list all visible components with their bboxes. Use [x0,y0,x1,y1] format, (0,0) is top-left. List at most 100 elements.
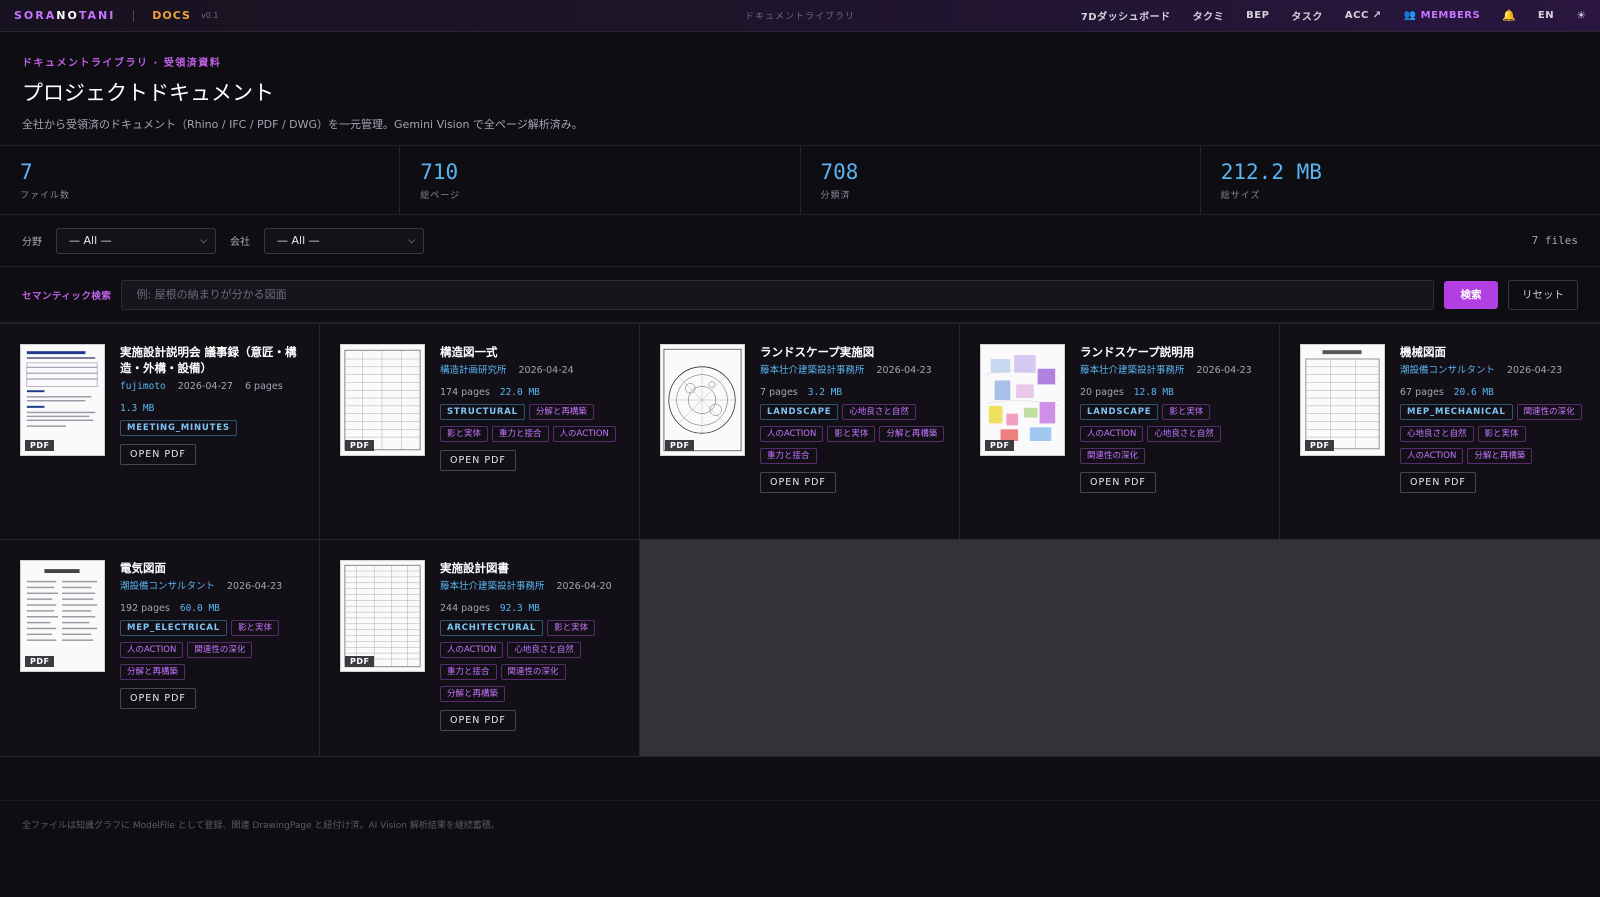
concept-tag[interactable]: 人のACTION [120,642,184,658]
filter-bar: 分野 — All — ⌵ 会社 — All — ⌵ 7 files [0,215,1600,267]
document-size: 12.8 MB [1133,387,1174,398]
open-pdf-button[interactable]: OPEN PDF [1400,472,1476,493]
open-pdf-button[interactable]: OPEN PDF [120,444,196,465]
open-pdf-button[interactable]: OPEN PDF [760,472,836,493]
pdf-badge: PDF [345,656,375,667]
concept-tag[interactable]: 分解と再構築 [1467,448,1533,464]
document-thumbnail[interactable]: PDF [980,344,1065,456]
document-size-row: 174 pages 22.0 MB [440,387,625,398]
document-info: 実施設計説明会 議事録（意匠・構造・外構・設備） fujimoto 2026-04… [120,344,305,539]
concept-tag[interactable]: 影と実体 [440,426,489,442]
concept-tag[interactable]: 影と実体 [827,426,876,442]
nav-takumi[interactable]: タクミ [1193,8,1225,23]
concept-tag[interactable]: 重力と接合 [492,426,549,442]
nav-tasks[interactable]: タスク [1291,8,1323,23]
document-meta: 藤本壮介建築設計事務所 2026-04-23 [760,364,945,378]
theme-toggle-icon[interactable]: ☀ [1576,9,1586,22]
concept-tag[interactable]: 人のACTION [760,426,824,442]
company-filter-select[interactable]: — All — ⌵ [264,227,424,254]
category-badge[interactable]: ARCHITECTURAL [440,620,544,636]
concept-tag[interactable]: 心地良さと自然 [1400,426,1474,442]
document-thumbnail[interactable]: PDF [1300,344,1385,456]
open-pdf-button[interactable]: OPEN PDF [1080,472,1156,493]
concept-tag[interactable]: 分解と再構築 [120,664,186,680]
document-pages: 6 pages [244,381,283,392]
concept-tag[interactable]: 重力と接合 [760,448,817,464]
document-title: 電気図面 [120,561,166,575]
chevron-down-icon: ⌵ [408,235,415,246]
document-size-row: 20 pages 12.8 MB [1080,387,1265,398]
concept-tag[interactable]: 人のACTION [440,642,504,658]
footer-divider [0,800,1600,801]
concept-tag[interactable]: 分解と再構築 [879,426,945,442]
document-thumbnail[interactable]: PDF [340,344,425,456]
document-thumbnail[interactable]: PDF [660,344,745,456]
document-org: 藤本壮介建築設計事務所 [440,581,545,592]
nav-acc[interactable]: ACC ↗ [1345,10,1382,21]
concept-tag[interactable]: 心地良さと自然 [842,404,916,420]
concept-tag[interactable]: 影と実体 [1477,426,1526,442]
nav-members[interactable]: 👥 MEMBERS [1404,10,1481,21]
document-grid: PDF 実施設計説明会 議事録（意匠・構造・外構・設備） fujimoto 202… [0,323,1600,757]
concept-tag[interactable]: 関連性の深化 [500,664,566,680]
concept-tag[interactable]: 影と実体 [1162,404,1211,420]
category-badge[interactable]: MEP_ELECTRICAL [120,620,227,636]
field-filter-select[interactable]: — All — ⌵ [56,227,216,254]
document-size: 60.0 MB [179,603,220,614]
category-badge[interactable]: MEETING_MINUTES [120,420,237,436]
open-pdf-button[interactable]: OPEN PDF [120,688,196,709]
stat-file-count: 7 ファイル数 [0,146,401,214]
concept-tag[interactable]: 重力と接合 [440,664,497,680]
concept-tag[interactable]: 心地良さと自然 [507,642,581,658]
concept-tag[interactable]: 関連性の深化 [187,642,253,658]
thumbnail-electrical [21,561,104,671]
document-thumbnail[interactable]: PDF [340,560,425,672]
document-org: 藤本壮介建築設計事務所 [1080,365,1185,376]
page-subtitle: 全社から受領済のドキュメント（Rhino / IFC / PDF / DWG）を… [22,118,583,131]
concept-tag[interactable]: 人のACTION [1400,448,1464,464]
concept-tag[interactable]: 心地良さと自然 [1147,426,1221,442]
brand-logo[interactable]: SORANOTANI [14,9,115,22]
nav-7d-dashboard[interactable]: 7Dダッシュボード [1081,8,1171,23]
document-date: 2026-04-20 [556,581,612,592]
document-info: 実施設計図書 藤本壮介建築設計事務所 2026-04-20 244 pages 92… [440,560,625,756]
document-size-row: 1.3 MB [120,403,305,414]
concept-tag[interactable]: 分解と再構築 [528,404,594,420]
page-header: ドキュメントライブラリ · 受領済資料 プロジェクトドキュメント 全社から受領済… [0,32,1600,146]
reset-button[interactable]: リセット [1508,279,1578,310]
category-badge[interactable]: STRUCTURAL [440,404,525,420]
concept-tag[interactable]: 影と実体 [230,620,279,636]
document-size: 92.3 MB [499,603,540,614]
document-date: 2026-04-23 [1196,365,1252,376]
concept-tag[interactable]: 関連性の深化 [1080,448,1146,464]
nav-bep[interactable]: BEP [1246,10,1269,21]
concept-tag[interactable]: 人のACTION [1080,426,1144,442]
language-toggle[interactable]: EN [1538,10,1554,21]
page-title: プロジェクトドキュメント [22,81,274,105]
concept-tag[interactable]: 分解と再構築 [440,686,506,702]
bell-icon[interactable]: 🔔 [1502,9,1516,22]
open-pdf-button[interactable]: OPEN PDF [440,450,516,471]
concept-tag[interactable]: 影と実体 [547,620,596,636]
category-badge[interactable]: MEP_MECHANICAL [1400,404,1513,420]
section-docs[interactable]: DOCS [152,9,191,22]
document-pages: 174 pages [440,387,490,398]
document-meta: 潮設備コンサルタント 2026-04-23 [1400,364,1585,378]
thumbnail-landscape-explain [981,345,1064,455]
concept-tag[interactable]: 関連性の深化 [1516,404,1582,420]
semantic-search-input[interactable] [121,279,1434,310]
company-filter-label: 会社 [230,237,250,248]
chevron-down-icon: ⌵ [200,235,207,246]
document-info: 電気図面 潮設備コンサルタント 2026-04-23 192 pages 60.0 … [120,560,305,756]
document-thumbnail[interactable]: PDF [20,344,105,456]
category-badge[interactable]: LANDSCAPE [1080,404,1159,420]
concept-tag[interactable]: 人のACTION [552,426,616,442]
document-thumbnail[interactable]: PDF [20,560,105,672]
document-size-row: 67 pages 20.6 MB [1400,387,1585,398]
search-button[interactable]: 検索 [1444,280,1498,309]
document-size: 3.2 MB [807,387,843,398]
file-count: 7 files [1531,234,1578,247]
open-pdf-button[interactable]: OPEN PDF [440,710,516,731]
pdf-badge: PDF [345,440,375,451]
category-badge[interactable]: LANDSCAPE [760,404,839,420]
